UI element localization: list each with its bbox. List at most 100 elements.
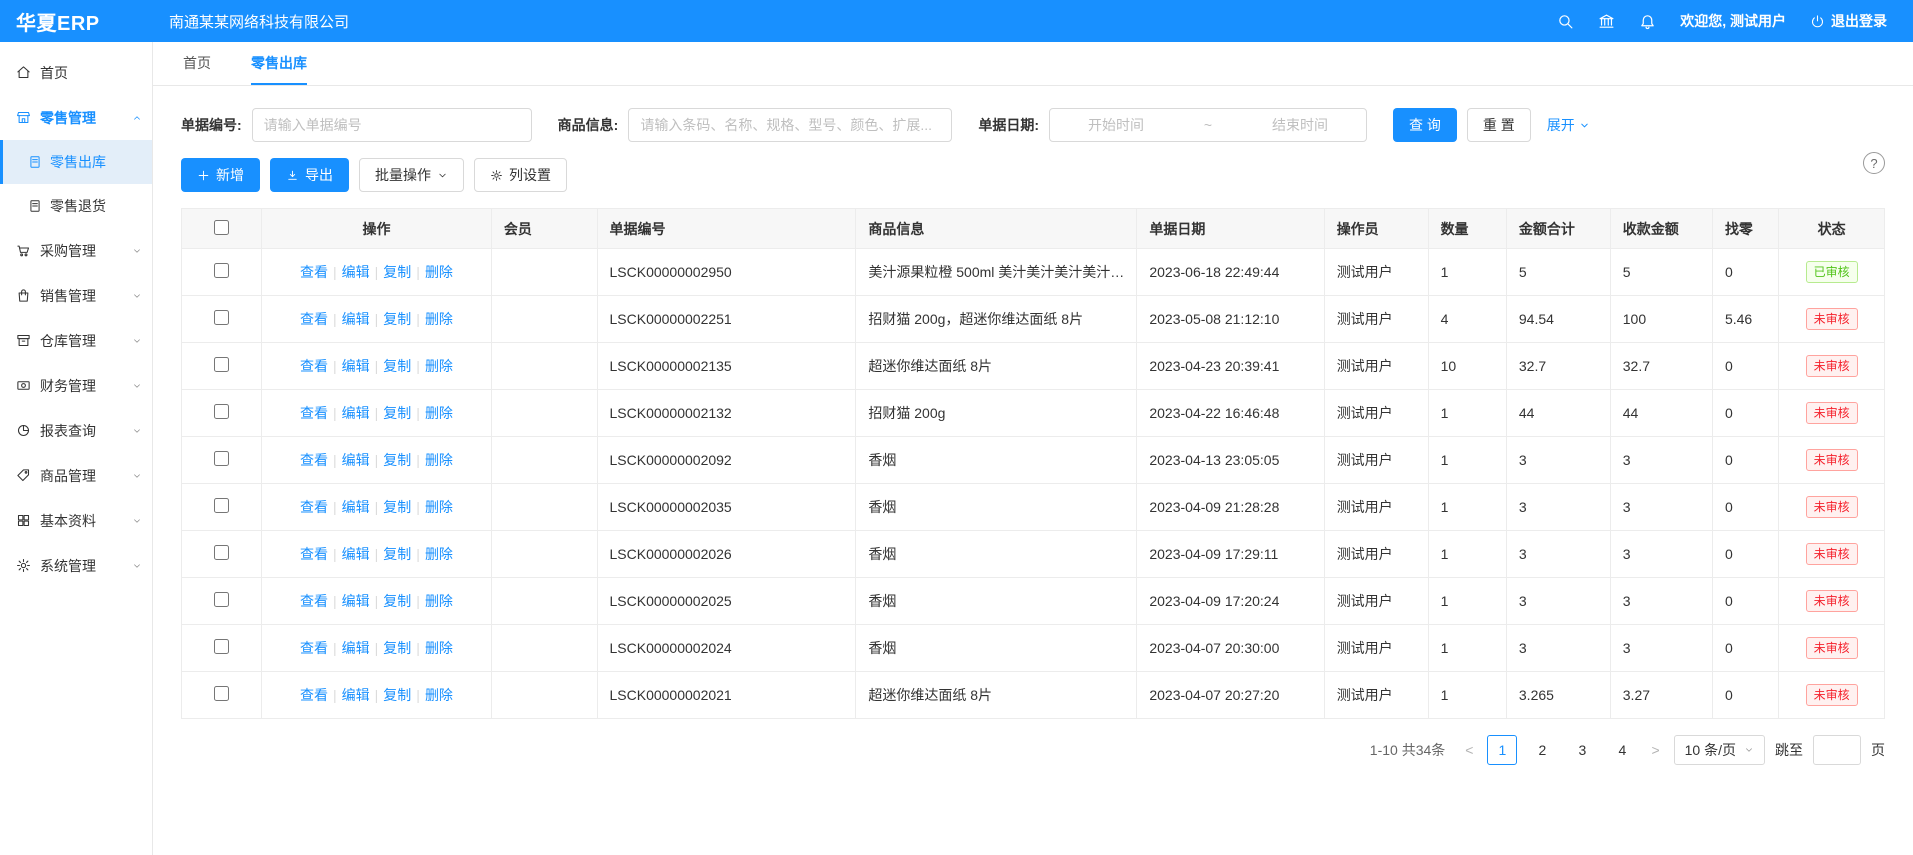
sidebar-item-retail-return[interactable]: 零售退货 bbox=[0, 184, 152, 228]
cell-bill-no: LSCK00000002024 bbox=[597, 625, 856, 672]
row-checkbox[interactable] bbox=[214, 263, 229, 278]
search-button[interactable]: 查 询 bbox=[1393, 108, 1457, 142]
logout-button[interactable]: 退出登录 bbox=[1810, 11, 1887, 31]
row-action-edit[interactable]: 编辑 bbox=[342, 405, 370, 421]
row-action-copy[interactable]: 复制 bbox=[383, 358, 411, 374]
row-action-copy[interactable]: 复制 bbox=[383, 499, 411, 515]
chevron-down-icon bbox=[132, 291, 142, 301]
row-checkbox[interactable] bbox=[214, 451, 229, 466]
row-checkbox[interactable] bbox=[214, 310, 229, 325]
column-settings-button[interactable]: 列设置 bbox=[474, 158, 567, 192]
row-action-copy[interactable]: 复制 bbox=[383, 264, 411, 280]
row-action-copy[interactable]: 复制 bbox=[383, 640, 411, 656]
row-action-view[interactable]: 查看 bbox=[300, 405, 328, 421]
row-actions: 查看|编辑|复制|删除 bbox=[262, 484, 492, 531]
row-checkbox[interactable] bbox=[214, 498, 229, 513]
row-action-edit[interactable]: 编辑 bbox=[342, 593, 370, 609]
batch-actions-button[interactable]: 批量操作 bbox=[359, 158, 464, 192]
export-button[interactable]: 导出 bbox=[270, 158, 349, 192]
row-action-view[interactable]: 查看 bbox=[300, 358, 328, 374]
row-action-view[interactable]: 查看 bbox=[300, 546, 328, 562]
row-action-copy[interactable]: 复制 bbox=[383, 405, 411, 421]
bill-no-input[interactable] bbox=[252, 108, 532, 142]
row-action-delete[interactable]: 删除 bbox=[425, 311, 453, 327]
row-checkbox[interactable] bbox=[214, 357, 229, 372]
cell-qty: 1 bbox=[1428, 390, 1506, 437]
page-button-3[interactable]: 3 bbox=[1567, 735, 1597, 765]
sidebar-item-retail-outbound[interactable]: 零售出库 bbox=[0, 140, 152, 184]
action-separator: | bbox=[333, 499, 337, 515]
page-size-select[interactable]: 10 条/页 bbox=[1674, 735, 1765, 765]
row-action-delete[interactable]: 删除 bbox=[425, 546, 453, 562]
row-action-edit[interactable]: 编辑 bbox=[342, 687, 370, 703]
row-action-edit[interactable]: 编辑 bbox=[342, 452, 370, 468]
sidebar-item-purchase-management[interactable]: 采购管理 bbox=[0, 228, 152, 273]
row-action-delete[interactable]: 删除 bbox=[425, 358, 453, 374]
bill-no-label: 单据编号: bbox=[181, 115, 242, 135]
row-action-delete[interactable]: 删除 bbox=[425, 640, 453, 656]
row-action-copy[interactable]: 复制 bbox=[383, 687, 411, 703]
row-action-view[interactable]: 查看 bbox=[300, 687, 328, 703]
next-page-button[interactable]: > bbox=[1647, 742, 1663, 758]
reset-button[interactable]: 重 置 bbox=[1467, 108, 1531, 142]
row-checkbox[interactable] bbox=[214, 592, 229, 607]
sidebar-item-product-management[interactable]: 商品管理 bbox=[0, 453, 152, 498]
sidebar-item-home[interactable]: 首页 bbox=[0, 50, 152, 95]
cell-bill-no: LSCK00000002026 bbox=[597, 531, 856, 578]
date-range-picker[interactable]: 开始时间 ~ 结束时间 bbox=[1049, 108, 1367, 142]
row-action-copy[interactable]: 复制 bbox=[383, 311, 411, 327]
sidebar-item-warehouse-management[interactable]: 仓库管理 bbox=[0, 318, 152, 363]
row-checkbox[interactable] bbox=[214, 404, 229, 419]
bag-icon bbox=[16, 288, 31, 303]
product-info-input[interactable] bbox=[628, 108, 952, 142]
prev-page-button[interactable]: < bbox=[1461, 742, 1477, 758]
bell-icon[interactable] bbox=[1639, 13, 1656, 30]
row-checkbox[interactable] bbox=[214, 639, 229, 654]
tab-retail-outbound[interactable]: 零售出库 bbox=[251, 42, 307, 85]
row-checkbox[interactable] bbox=[214, 686, 229, 701]
jump-page-input[interactable] bbox=[1813, 735, 1861, 765]
row-action-copy[interactable]: 复制 bbox=[383, 452, 411, 468]
row-action-view[interactable]: 查看 bbox=[300, 452, 328, 468]
row-action-view[interactable]: 查看 bbox=[300, 311, 328, 327]
row-action-edit[interactable]: 编辑 bbox=[342, 546, 370, 562]
sidebar-item-system-management[interactable]: 系统管理 bbox=[0, 543, 152, 588]
cell-product: 香烟 bbox=[856, 531, 1137, 578]
row-action-edit[interactable]: 编辑 bbox=[342, 499, 370, 515]
select-all-checkbox[interactable] bbox=[214, 220, 229, 235]
sidebar-item-finance-management[interactable]: 财务管理 bbox=[0, 363, 152, 408]
row-action-delete[interactable]: 删除 bbox=[425, 452, 453, 468]
row-action-delete[interactable]: 删除 bbox=[425, 405, 453, 421]
row-action-edit[interactable]: 编辑 bbox=[342, 311, 370, 327]
row-action-view[interactable]: 查看 bbox=[300, 264, 328, 280]
cell-change: 0 bbox=[1712, 484, 1778, 531]
sidebar-item-basic-data[interactable]: 基本资料 bbox=[0, 498, 152, 543]
action-separator: | bbox=[333, 311, 337, 327]
row-action-view[interactable]: 查看 bbox=[300, 499, 328, 515]
row-action-delete[interactable]: 删除 bbox=[425, 499, 453, 515]
page-button-4[interactable]: 4 bbox=[1607, 735, 1637, 765]
add-button[interactable]: 新增 bbox=[181, 158, 260, 192]
page-button-1[interactable]: 1 bbox=[1487, 735, 1517, 765]
page-button-2[interactable]: 2 bbox=[1527, 735, 1557, 765]
expand-link[interactable]: 展开 bbox=[1547, 115, 1590, 135]
row-action-view[interactable]: 查看 bbox=[300, 640, 328, 656]
cell-received: 44 bbox=[1610, 390, 1712, 437]
row-action-view[interactable]: 查看 bbox=[300, 593, 328, 609]
row-action-edit[interactable]: 编辑 bbox=[342, 358, 370, 374]
row-action-delete[interactable]: 删除 bbox=[425, 593, 453, 609]
sidebar-item-sales-management[interactable]: 销售管理 bbox=[0, 273, 152, 318]
tab-home[interactable]: 首页 bbox=[183, 42, 211, 85]
row-action-copy[interactable]: 复制 bbox=[383, 546, 411, 562]
row-action-edit[interactable]: 编辑 bbox=[342, 640, 370, 656]
help-icon[interactable]: ? bbox=[1863, 152, 1885, 174]
row-action-copy[interactable]: 复制 bbox=[383, 593, 411, 609]
search-icon[interactable] bbox=[1557, 13, 1574, 30]
bank-icon[interactable] bbox=[1598, 13, 1615, 30]
row-action-delete[interactable]: 删除 bbox=[425, 264, 453, 280]
row-checkbox[interactable] bbox=[214, 545, 229, 560]
sidebar-item-retail-management[interactable]: 零售管理 bbox=[0, 95, 152, 140]
row-action-edit[interactable]: 编辑 bbox=[342, 264, 370, 280]
sidebar-item-report-query[interactable]: 报表查询 bbox=[0, 408, 152, 453]
row-action-delete[interactable]: 删除 bbox=[425, 687, 453, 703]
